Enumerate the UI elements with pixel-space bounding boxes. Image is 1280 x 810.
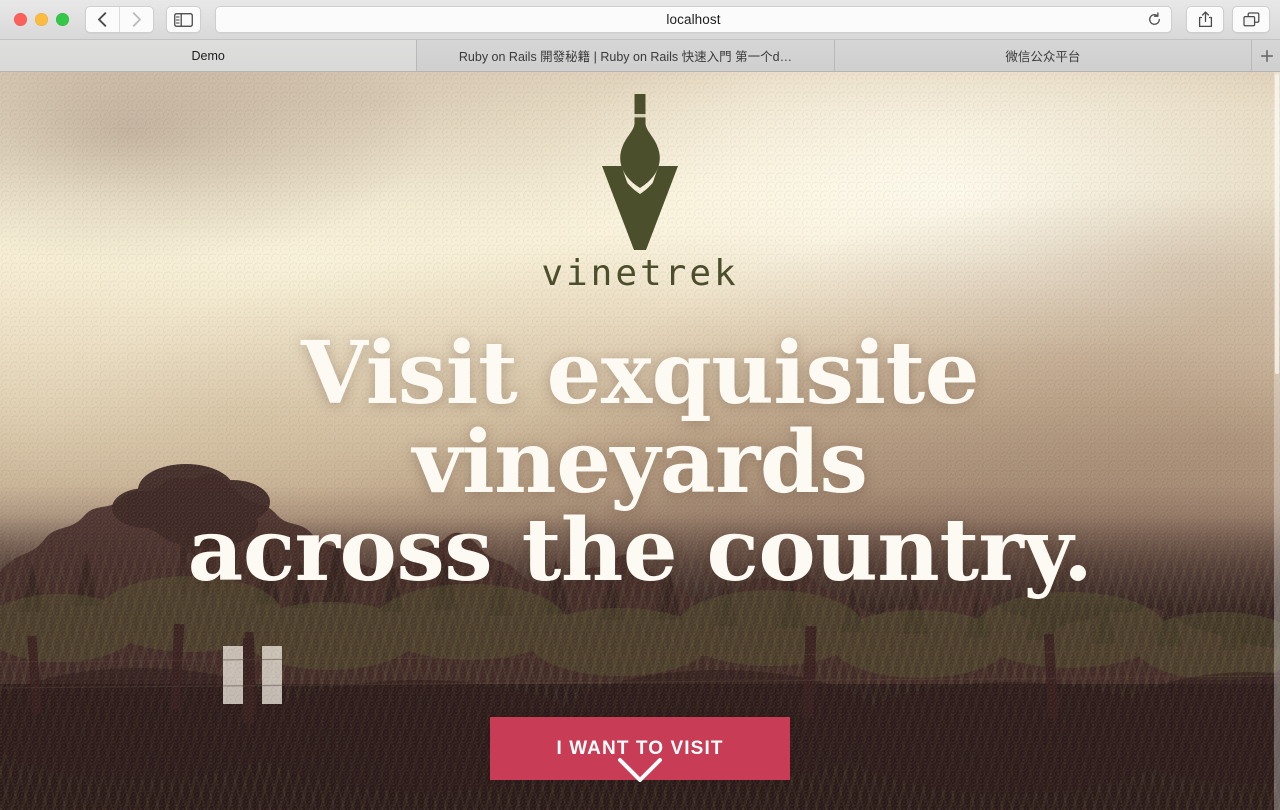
sidebar-toggle-group [166, 6, 201, 33]
tab-title: 微信公众平台 [1005, 50, 1081, 64]
headline-line-1: Visit exquisite vineyards [301, 323, 979, 513]
page-scrollbar-thumb[interactable] [1275, 74, 1279, 374]
plus-icon [1261, 49, 1273, 62]
window-traffic-lights [14, 13, 69, 26]
sidebar-button[interactable] [167, 7, 200, 32]
back-button[interactable] [86, 7, 119, 32]
share-group [1186, 6, 1224, 33]
vinetrek-logo[interactable]: vinetrek [541, 92, 736, 292]
new-tab-button[interactable] [1251, 40, 1280, 71]
close-window-button[interactable] [14, 13, 27, 26]
tab-overview-button[interactable] [1233, 7, 1269, 32]
scroll-down-chevron[interactable] [612, 750, 668, 790]
forward-button[interactable] [119, 7, 153, 32]
navigation-buttons [85, 6, 154, 33]
address-bar[interactable]: localhost [215, 6, 1172, 33]
wine-bottle-v-icon [602, 94, 678, 250]
headline-line-2: across the country. [187, 500, 1093, 602]
hero-headline: Visit exquisite vineyards across the cou… [110, 329, 1170, 602]
browser-tab-rails[interactable]: Ruby on Rails 開發秘籍 | Ruby on Rails 快速入門 … [417, 40, 835, 71]
browser-tab-demo[interactable]: Demo [0, 40, 418, 71]
minimize-window-button[interactable] [35, 13, 48, 26]
tab-overview-group [1232, 6, 1270, 33]
chevron-down-icon [618, 758, 662, 782]
address-bar-text: localhost [666, 12, 721, 27]
tab-title: Demo [191, 48, 225, 63]
tab-bar: Demo Ruby on Rails 開發秘籍 | Ruby on Rails … [0, 40, 1280, 72]
browser-toolbar: localhost [0, 0, 1280, 40]
tab-title: Ruby on Rails 開發秘籍 | Ruby on Rails 快速入門 … [458, 50, 793, 64]
share-button[interactable] [1187, 7, 1223, 32]
toolbar-right-tools [1186, 6, 1270, 33]
browser-window: localhost Demo Ruby on Rails 開發秘籍 | Ruby… [0, 0, 1280, 810]
browser-tab-wechat[interactable]: 微信公众平台 [834, 40, 1252, 71]
hero-section: vinetrek Visit exquisite vineyards acros… [0, 72, 1280, 810]
logo-wordmark: vinetrek [541, 253, 739, 294]
page-scrollbar[interactable] [1274, 72, 1280, 810]
reload-icon[interactable] [1146, 12, 1162, 28]
page-viewport: vinetrek Visit exquisite vineyards acros… [0, 72, 1280, 810]
zoom-window-button[interactable] [56, 13, 69, 26]
